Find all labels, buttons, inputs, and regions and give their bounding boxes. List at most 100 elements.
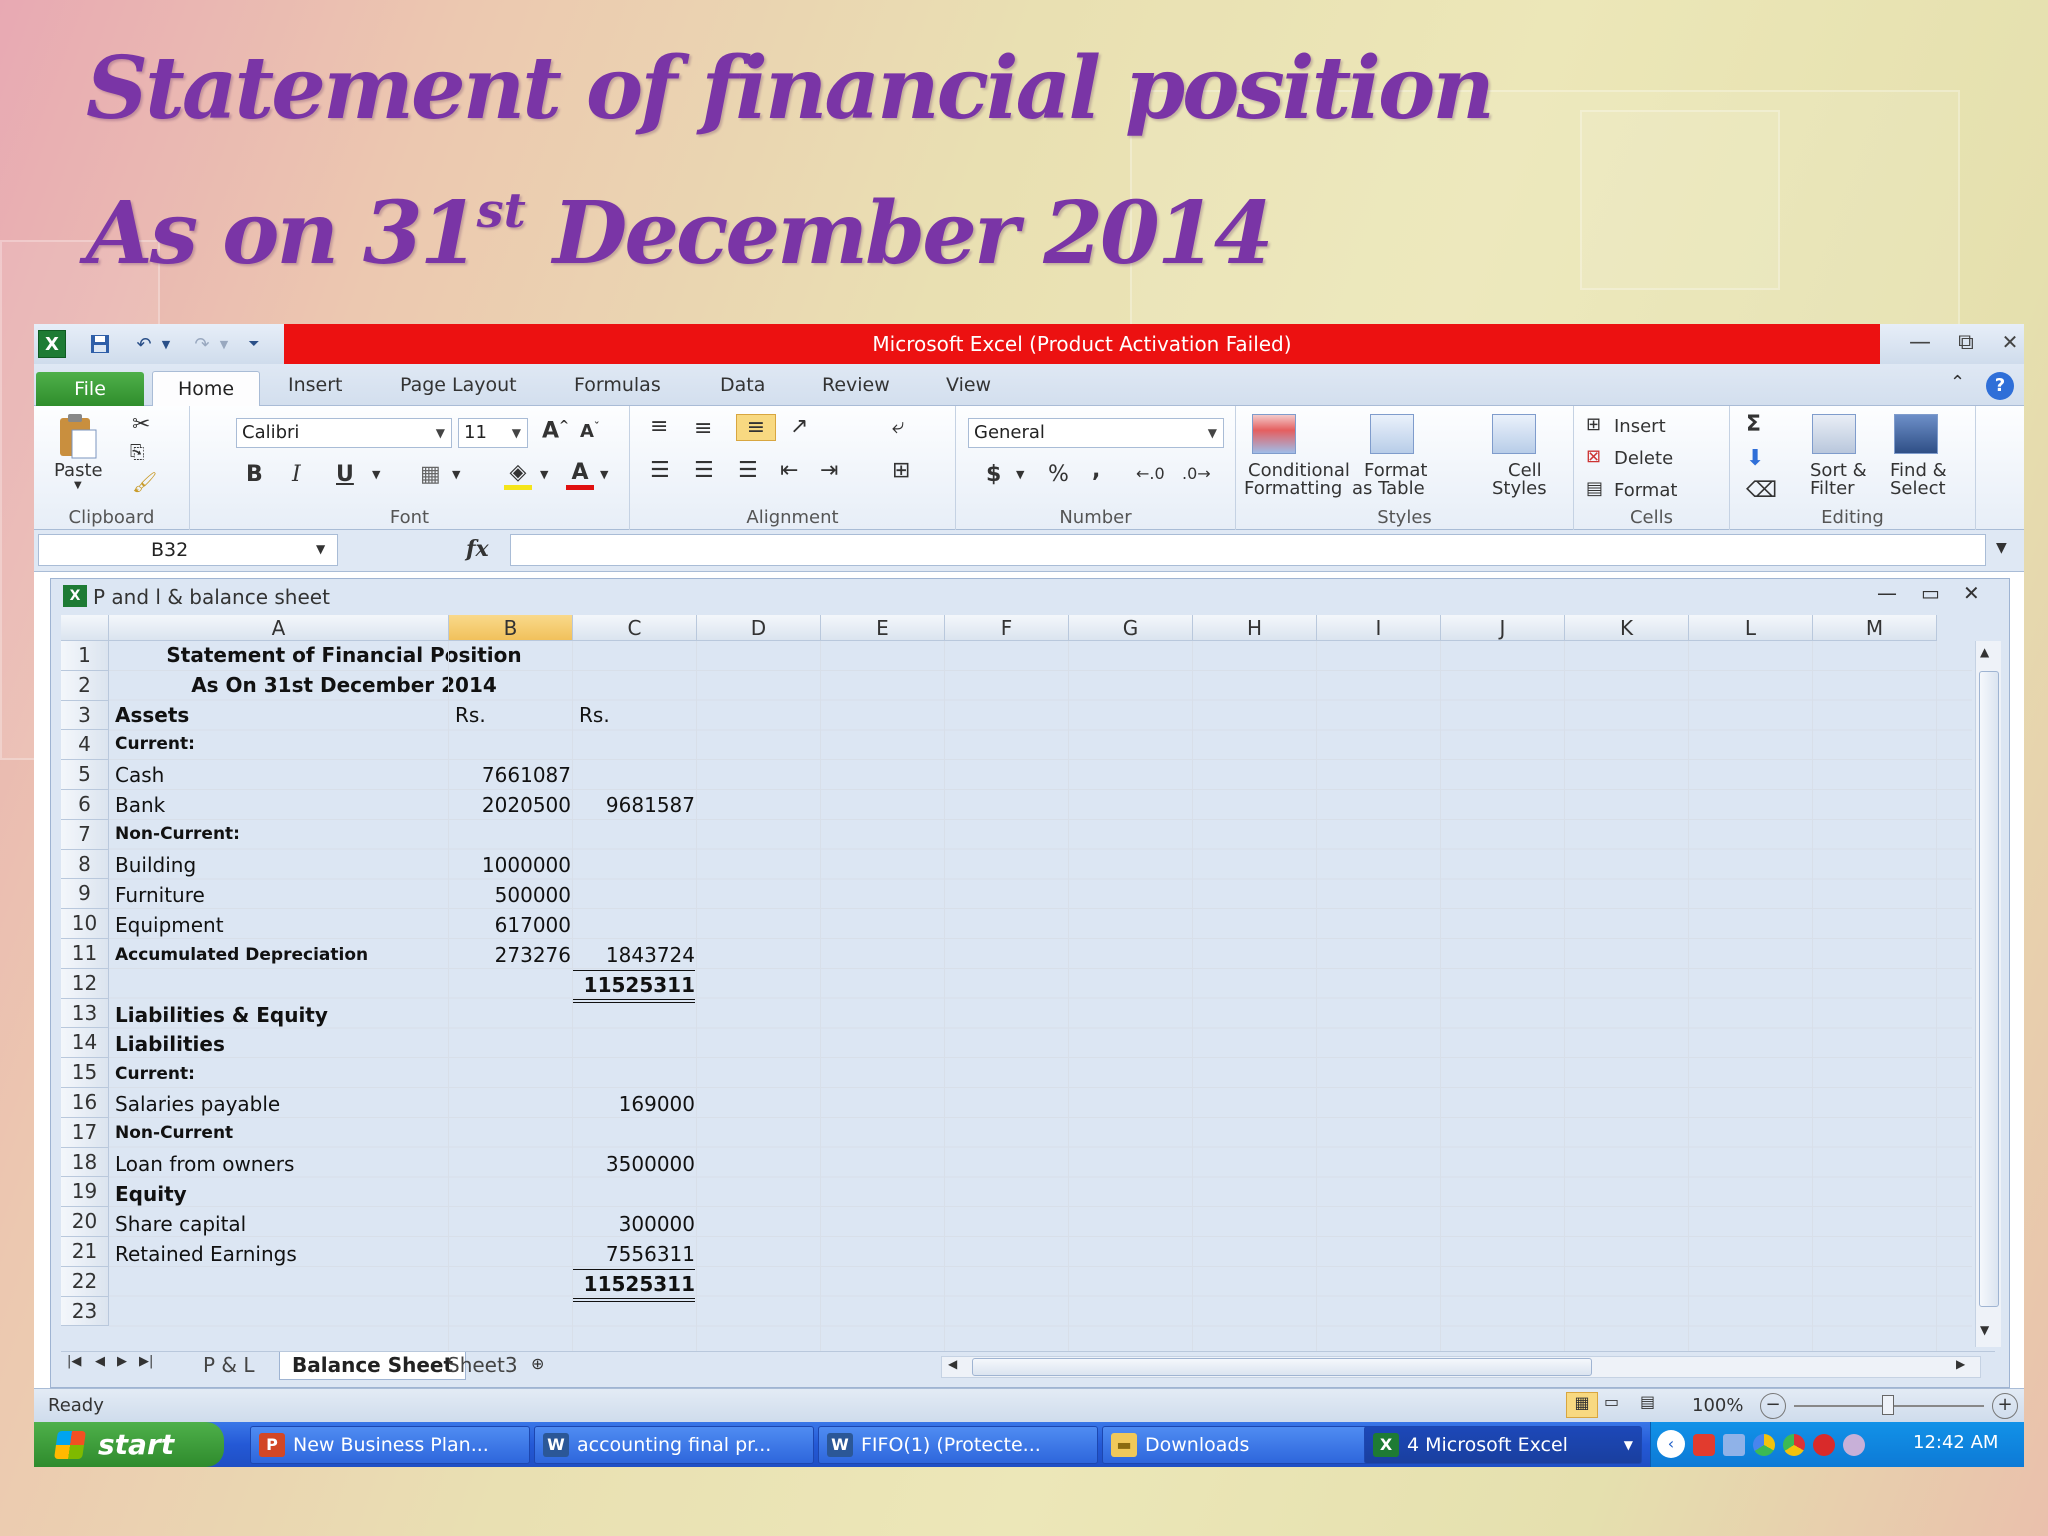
drive-icon[interactable] — [1753, 1434, 1775, 1456]
grow-font-icon[interactable]: A^ — [542, 418, 569, 443]
fill-icon[interactable]: ⬇ — [1746, 446, 1764, 471]
autosum-button[interactable]: Σ — [1746, 412, 1761, 437]
vertical-scrollbar[interactable]: ▲ ▼ — [1975, 641, 2001, 1347]
increase-indent-icon[interactable]: ⇥ — [820, 458, 838, 483]
cut-icon[interactable]: ✂ — [132, 412, 150, 437]
conditional-formatting-label-2[interactable]: Formatting — [1244, 478, 1342, 499]
row-header-1[interactable]: 1 — [61, 641, 109, 671]
cell-a3[interactable]: Assets — [115, 703, 189, 727]
page-layout-view-icon[interactable]: ▭ — [1604, 1392, 1619, 1411]
cell-c20[interactable]: 300000 — [573, 1212, 695, 1236]
delete-cells-icon[interactable]: ⊠ — [1586, 446, 1601, 467]
fill-color-icon[interactable]: ◈ — [504, 460, 532, 490]
row-header-2[interactable]: 2 — [61, 670, 109, 701]
row-header-9[interactable]: 9 — [61, 879, 109, 910]
cell-c18[interactable]: 3500000 — [573, 1152, 695, 1176]
font-color-icon[interactable]: A — [566, 460, 594, 490]
align-center-icon[interactable]: ☰ — [694, 458, 714, 483]
cell-c16[interactable]: 169000 — [573, 1092, 695, 1116]
scroll-down-icon[interactable]: ▼ — [1980, 1323, 1989, 1337]
row-header-14[interactable]: 14 — [61, 1028, 109, 1059]
antivirus-icon[interactable] — [1813, 1434, 1835, 1456]
insert-sheet-icon[interactable]: ⊕ — [531, 1354, 544, 1373]
cell-a18[interactable]: Loan from owners — [115, 1152, 294, 1176]
find-select-icon[interactable] — [1894, 414, 1938, 454]
insert-cells-button[interactable]: Insert — [1614, 416, 1666, 437]
cell-styles-icon[interactable] — [1492, 414, 1536, 454]
underline-dropdown-icon[interactable]: ▼ — [372, 468, 380, 481]
tab-view[interactable]: View — [946, 374, 991, 396]
tab-insert[interactable]: Insert — [288, 374, 343, 396]
column-header-l[interactable]: L — [1689, 615, 1813, 641]
taskbar-item-business-plan[interactable]: P New Business Plan... — [250, 1426, 530, 1464]
chrome-icon[interactable] — [1783, 1434, 1805, 1456]
restore-button[interactable]: ⧉ — [1948, 330, 1984, 355]
row-header-10[interactable]: 10 — [61, 909, 109, 939]
redo-dropdown-icon[interactable]: ▼ — [210, 330, 238, 358]
column-header-e[interactable]: E — [821, 615, 945, 641]
formula-input[interactable] — [510, 534, 1986, 566]
number-format-combo[interactable]: General ▼ — [968, 418, 1224, 448]
row-header-20[interactable]: 20 — [61, 1207, 109, 1237]
row-header-8[interactable]: 8 — [61, 849, 109, 880]
cell-a19[interactable]: Equity — [115, 1182, 187, 1206]
cell-a2[interactable]: As On 31st December 2014 — [109, 673, 579, 697]
italic-button[interactable]: I — [292, 462, 301, 487]
cell-b9[interactable]: 500000 — [447, 883, 571, 907]
column-header-g[interactable]: G — [1069, 615, 1193, 641]
find-select-label-2[interactable]: Select — [1890, 478, 1946, 499]
cell-a7[interactable]: Non-Current: — [115, 824, 240, 844]
delete-cells-button[interactable]: Delete — [1614, 448, 1673, 469]
column-header-a[interactable]: A — [109, 615, 449, 641]
decrease-decimal-icon[interactable]: .0→ — [1182, 464, 1211, 483]
name-box[interactable]: B32 — [38, 534, 338, 566]
cell-a16[interactable]: Salaries payable — [115, 1092, 280, 1116]
row-header-15[interactable]: 15 — [61, 1058, 109, 1088]
zoom-in-icon[interactable]: + — [1992, 1393, 2018, 1419]
borders-dropdown-icon[interactable]: ▼ — [452, 468, 460, 481]
orientation-icon[interactable]: ↗ — [790, 414, 808, 439]
excel-logo-icon[interactable]: X — [38, 330, 66, 358]
format-cells-button[interactable]: Format — [1614, 480, 1677, 501]
customize-toolbar-icon[interactable]: ⏷ — [240, 330, 268, 358]
row-header-11[interactable]: 11 — [61, 939, 109, 969]
zoom-out-icon[interactable]: − — [1760, 1393, 1786, 1419]
minimize-button[interactable]: — — [1902, 330, 1938, 355]
tab-data[interactable]: Data — [720, 374, 765, 396]
cell-c12[interactable]: 11525311 — [573, 973, 695, 1003]
paste-dropdown-icon[interactable]: ▼ — [74, 480, 82, 491]
column-header-i[interactable]: I — [1317, 615, 1441, 641]
row-header-22[interactable]: 22 — [61, 1266, 109, 1297]
percent-button[interactable]: % — [1048, 462, 1069, 487]
shrink-font-icon[interactable]: Aˇ — [580, 420, 599, 442]
taskbar-item-excel[interactable]: X 4 Microsoft Excel ▼ — [1364, 1426, 1642, 1464]
zoom-slider-thumb[interactable] — [1882, 1395, 1894, 1415]
format-painter-icon[interactable]: 🖌 — [132, 470, 157, 494]
format-as-table-icon[interactable] — [1370, 414, 1414, 454]
column-header-k[interactable]: K — [1565, 615, 1689, 641]
tab-formulas[interactable]: Formulas — [574, 374, 661, 396]
cell-area[interactable]: Statement of Financial Position As On 31… — [109, 641, 1972, 1354]
workbook-close-button[interactable]: ✕ — [1963, 581, 1980, 605]
format-as-table-label-2[interactable]: as Table — [1352, 478, 1425, 499]
cell-a10[interactable]: Equipment — [115, 913, 224, 937]
fx-button[interactable]: fx — [466, 536, 489, 562]
conditional-formatting-icon[interactable] — [1252, 414, 1296, 454]
cell-a4[interactable]: Current: — [115, 734, 195, 754]
format-cells-icon[interactable]: ▤ — [1586, 478, 1603, 499]
tab-review[interactable]: Review — [822, 374, 890, 396]
sort-filter-icon[interactable] — [1812, 414, 1856, 454]
workbook-restore-button[interactable]: ▭ — [1921, 581, 1940, 605]
sort-filter-label-2[interactable]: Filter — [1810, 478, 1855, 499]
network-icon[interactable] — [1723, 1434, 1745, 1456]
cell-a5[interactable]: Cash — [115, 763, 164, 787]
column-header-d[interactable]: D — [697, 615, 821, 641]
row-header-18[interactable]: 18 — [61, 1147, 109, 1178]
cell-a20[interactable]: Share capital — [115, 1212, 246, 1236]
currency-button[interactable]: $ — [986, 462, 1001, 487]
underline-button[interactable]: U — [336, 462, 354, 487]
tab-home[interactable]: Home — [152, 371, 260, 407]
column-header-c[interactable]: C — [573, 615, 697, 641]
font-size-combo[interactable]: 11 ▼ — [458, 418, 528, 448]
taskbar-item-fifo[interactable]: W FIFO(1) (Protecte... — [818, 1426, 1098, 1464]
